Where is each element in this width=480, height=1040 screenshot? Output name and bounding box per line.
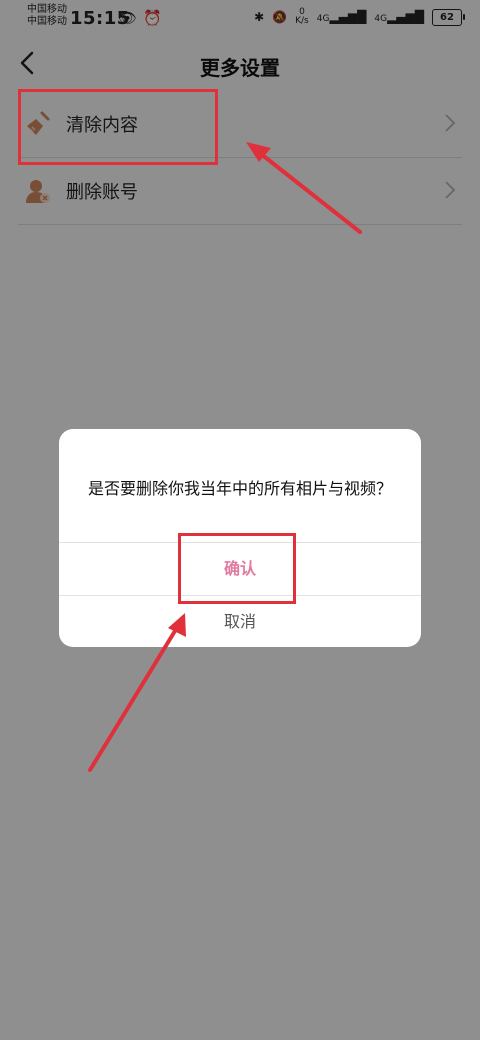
arrow-to-clear-content: [246, 142, 362, 234]
annotation-arrows: [88, 142, 362, 772]
arrow-to-confirm: [88, 613, 186, 772]
